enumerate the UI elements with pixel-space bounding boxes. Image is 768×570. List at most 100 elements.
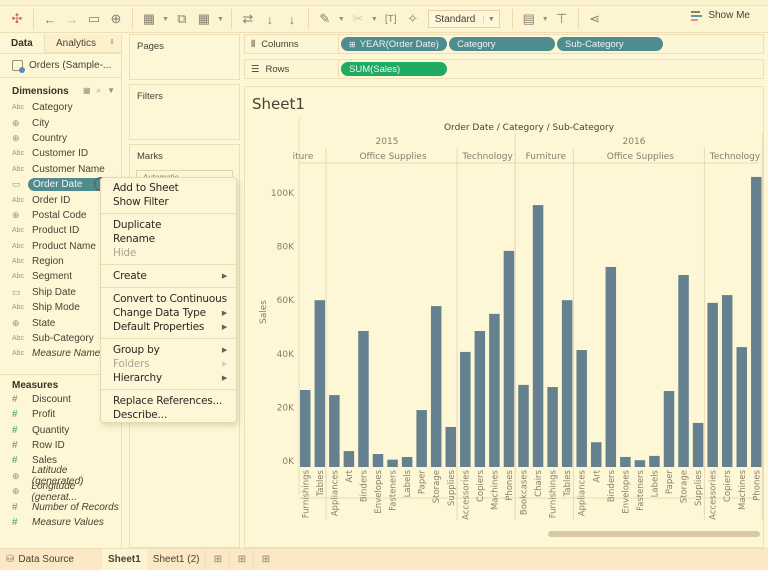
dimension-field-label: Postal Code	[32, 209, 87, 221]
sheet-title: Sheet1	[252, 95, 305, 113]
tab-sheet1-2[interactable]: Sheet1 (2)	[147, 549, 206, 570]
back-icon[interactable]: ←	[39, 8, 61, 30]
field-context-menu: Add to Sheet Show Filter Duplicate Rename Hi…	[100, 177, 237, 423]
chevron-down-icon[interactable]: ▼	[162, 16, 169, 23]
save-icon[interactable]: ▭	[83, 8, 105, 30]
clear-sheet-icon[interactable]: ▦	[193, 8, 215, 30]
database-icon: ⛁	[6, 554, 15, 565]
annotate-icon[interactable]: ✂	[347, 8, 369, 30]
forward-icon[interactable]: →	[61, 8, 83, 30]
menu-item-label: Add to Sheet	[113, 182, 179, 194]
column-pill-year[interactable]: ⊞ YEAR(Order Date)	[341, 37, 447, 51]
rows-shelf[interactable]: ☰ Rows SUM(Sales)	[244, 59, 764, 79]
search-icon[interactable]: ⌕	[97, 86, 101, 96]
pin-icon[interactable]: ✧	[402, 8, 424, 30]
chevron-down-icon[interactable]: ▼	[542, 16, 549, 23]
show-me-label: Show Me	[708, 10, 750, 21]
menu-item-group-by[interactable]: Group by ▶	[101, 343, 236, 357]
columns-shelf[interactable]: ⦀ Columns ⊞ YEAR(Order Date) Category Su…	[244, 34, 764, 54]
menu-item-create[interactable]: Create ▶	[101, 269, 236, 283]
menu-item-hide: Hide	[101, 246, 236, 260]
dimension-field[interactable]: Abc Customer Name	[0, 162, 121, 177]
row-pill-sales[interactable]: SUM(Sales)	[341, 62, 447, 76]
tab-data-source[interactable]: ⛁ Data Source	[0, 549, 80, 570]
submenu-arrow-icon: ▶	[221, 360, 227, 368]
fit-select[interactable]: Standard ▼	[427, 10, 500, 28]
columns-label-cell: ⦀ Columns	[245, 35, 339, 53]
text-label-icon[interactable]: [T]	[380, 8, 402, 30]
menu-item-duplicate[interactable]: Duplicate	[101, 218, 236, 232]
toolbar-divider	[33, 9, 34, 29]
menu-item-label: Hierarchy	[113, 372, 162, 384]
calendar-icon: ▭	[12, 286, 21, 297]
dimension-field[interactable]: ⊕ Country	[0, 131, 121, 146]
dimension-field-label: City	[32, 117, 50, 129]
geo-type-icon: ⊕	[12, 470, 20, 481]
view-data-icon[interactable]: ▦	[83, 86, 91, 96]
menu-item-convert-to-continuous[interactable]: Convert to Continuous	[101, 292, 236, 306]
duplicate-sheet-icon[interactable]: ⧉	[171, 8, 193, 30]
number-type-icon: #	[12, 393, 18, 405]
new-worksheet-icon[interactable]: ▦	[138, 8, 160, 30]
datasource-item[interactable]: Orders (Sample-...	[0, 54, 121, 78]
menu-item-add-to-sheet[interactable]: Add to Sheet	[101, 181, 236, 195]
column-pill-category[interactable]: Category	[449, 37, 555, 51]
filters-card[interactable]: Filters	[129, 84, 240, 140]
new-datasource-icon[interactable]: ⊕	[105, 8, 127, 30]
column-pill-subcategory[interactable]: Sub-Category	[557, 37, 663, 51]
swap-icon[interactable]: ⇄	[237, 8, 259, 30]
dimension-field[interactable]: ⊕ City	[0, 115, 121, 130]
menu-item-describe[interactable]: Describe...	[101, 408, 236, 422]
sort-desc-icon[interactable]: ↓	[281, 8, 303, 30]
menu-item-show-filter[interactable]: Show Filter	[101, 195, 236, 209]
menu-item-default-properties[interactable]: Default Properties ▶	[101, 320, 236, 334]
tab-data-source-label: Data Source	[18, 554, 74, 565]
fit-icon[interactable]: ▤	[518, 8, 540, 30]
horizontal-scrollbar[interactable]	[548, 531, 760, 537]
menu-item-label: Group by	[113, 344, 160, 356]
number-type-icon: #	[12, 440, 18, 451]
dimension-field-label: Ship Mode	[32, 302, 80, 314]
menu-item-rename[interactable]: Rename	[101, 232, 236, 246]
new-dashboard-icon[interactable]: ⊞	[229, 548, 253, 570]
pages-card[interactable]: Pages	[129, 34, 240, 80]
measure-field[interactable]: # Row ID	[0, 438, 121, 453]
dimension-field-label: Ship Date	[32, 286, 76, 298]
sort-asc-icon[interactable]: ↓	[259, 8, 281, 30]
menu-item-hierarchy[interactable]: Hierarchy ▶	[101, 371, 236, 385]
measure-field[interactable]: # Number of Records	[0, 499, 121, 514]
toolbar-divider	[577, 9, 579, 29]
highlight-icon[interactable]: ✎	[314, 8, 336, 30]
share-icon[interactable]: ⋖	[584, 8, 606, 30]
new-worksheet-icon[interactable]: ⊞	[205, 548, 229, 570]
chevron-down-icon[interactable]: ▼	[338, 16, 345, 23]
measure-field[interactable]: # Quantity	[0, 422, 121, 437]
menu-item-change-data-type[interactable]: Change Data Type ▶	[101, 306, 236, 320]
menu-item-replace-references[interactable]: Replace References...	[101, 394, 236, 408]
pane-tabs: Data Analytics ⇕	[0, 34, 121, 54]
measure-field[interactable]: ⊕ Longitude (generat...	[0, 481, 121, 503]
tab-data[interactable]: Data	[0, 34, 44, 53]
string-type-icon: Abc	[12, 335, 25, 343]
geo-type-icon: ⊕	[12, 209, 20, 220]
tab-analytics[interactable]: Analytics ⇕	[44, 34, 121, 53]
measure-field[interactable]: # Measure Values	[0, 515, 121, 530]
geo-type-icon: ⊕	[12, 486, 20, 497]
string-type-icon: Abc	[12, 350, 25, 358]
presentation-icon[interactable]: ⊤	[551, 8, 573, 30]
chevron-down-icon[interactable]: ▼	[371, 16, 378, 23]
dimension-field[interactable]: Abc Customer ID	[0, 146, 121, 161]
dimension-field[interactable]: Abc Category	[0, 100, 121, 115]
menu-item-label: Create	[113, 270, 147, 282]
number-type-icon: #	[12, 501, 18, 513]
expand-icon[interactable]: ⊞	[349, 40, 356, 49]
show-me-button[interactable]: Show Me	[691, 10, 750, 21]
new-story-icon[interactable]: ⊞	[253, 548, 277, 570]
geo-type-icon: ⊕	[12, 132, 20, 143]
tableau-logo-icon[interactable]: ✣	[6, 8, 28, 30]
dimension-field-label: Product ID	[32, 225, 80, 237]
tab-sheet1[interactable]: Sheet1	[101, 548, 147, 570]
menu-separator	[101, 287, 236, 288]
chevron-down-icon[interactable]: ▼	[107, 86, 115, 96]
chevron-down-icon[interactable]: ▼	[217, 16, 224, 23]
